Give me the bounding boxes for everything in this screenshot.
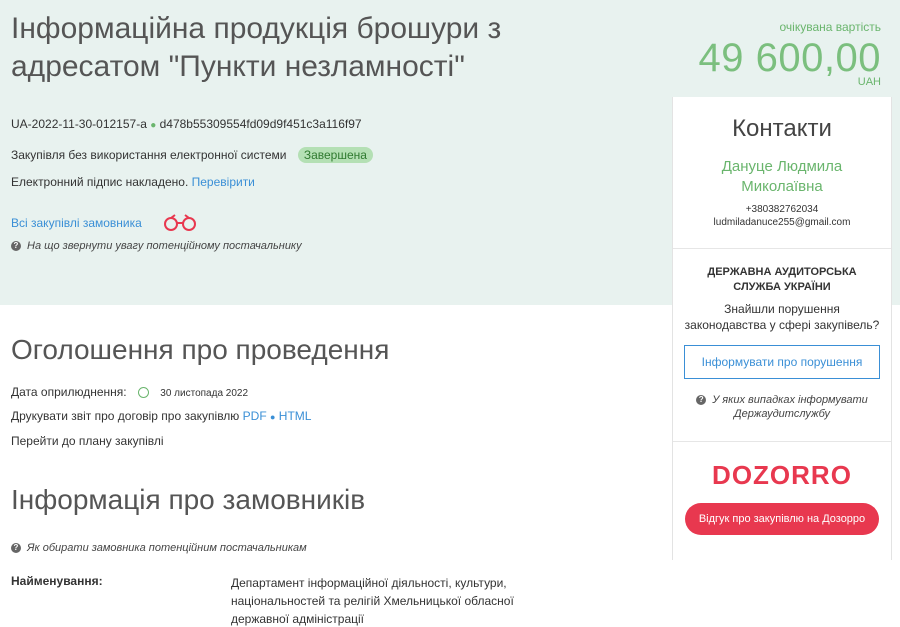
audit-hint-text: У яких випадках інформувати Держаудитслу…: [712, 394, 868, 420]
contact-name: Дануце Людмила Миколаївна: [721, 158, 843, 195]
price-label: очікувана вартість: [779, 20, 882, 34]
contacts-title: Контакти: [732, 115, 832, 142]
announcement-title: Оголошення про проведення: [11, 334, 390, 365]
audit-text: Знайшли порушення законодавства у сфері …: [684, 302, 880, 332]
clock-icon: [137, 387, 149, 399]
bullet-icon: ●: [150, 120, 157, 131]
tender-id: UA-2022-11-30-012157-a: [11, 117, 147, 131]
audit-section: ДЕРЖАВНА АУДИТОРСЬКА СЛУЖБА УКРАЇНИ Знай…: [673, 249, 891, 442]
html-link[interactable]: HTML: [279, 409, 312, 423]
customer-name-value: Департамент інформаційної діяльності, ку…: [231, 576, 514, 626]
report-violation-button[interactable]: Інформувати про порушення: [684, 345, 880, 379]
dozorro-review-button[interactable]: Відгук про закупівлю на Дозорро: [685, 503, 879, 535]
customers-hint-text: Як обирати замовника потенційним постача…: [27, 542, 307, 554]
publication-date: 30 листопада 2022: [160, 388, 249, 399]
tender-hash: d478b55309554fd09d9f451c3a116f97: [159, 117, 362, 131]
question-icon: ?: [11, 543, 21, 554]
question-icon: ?: [696, 395, 707, 406]
currency: UAH: [857, 76, 881, 88]
expected-price: 49 600,00: [698, 36, 881, 80]
customers-title: Інформація про замовників: [11, 484, 366, 515]
print-row: Друкувати звіт про договір про закупівлю…: [11, 409, 311, 423]
dozorro-logo: DOZORRO: [712, 460, 852, 490]
question-icon: ?: [11, 241, 21, 252]
customer-name-label: Найменування:: [11, 574, 103, 588]
bullet-icon: ●: [270, 412, 276, 422]
contacts-section: Контакти Дануце Людмила Миколаївна +3803…: [673, 97, 891, 249]
customers-hint[interactable]: ? Як обирати замовника потенційним постач…: [11, 542, 307, 554]
audit-heading: ДЕРЖАВНА АУДИТОРСЬКА СЛУЖБА УКРАЇНИ: [707, 266, 857, 293]
print-label: Друкувати звіт про договір про закупівлю: [11, 409, 240, 423]
sidebar: Контакти Дануце Людмила Миколаївна +3803…: [672, 97, 892, 560]
procurement-row: Закупівля без використання електронної с…: [11, 147, 373, 163]
tender-id-row: UA-2022-11-30-012157-a ● d478b55309554fd…: [11, 117, 362, 131]
contact-phone: +380382762034: [745, 204, 819, 215]
dozorro-section: DOZORRO Відгук про закупівлю на Дозорро: [673, 442, 891, 535]
supplier-hint[interactable]: ? На що звернути увагу потенційному поста…: [11, 240, 302, 252]
signature-text: Електронний підпис накладено.: [11, 175, 189, 189]
verify-link[interactable]: Перевірити: [192, 175, 255, 189]
date-label: Дата оприлюднення:: [11, 385, 127, 399]
binoculars-icon[interactable]: [163, 213, 197, 231]
procurement-type: Закупівля без використання електронної с…: [11, 148, 287, 162]
contact-email: ludmiladanuce255@gmail.com: [713, 217, 851, 228]
all-purchases-link[interactable]: Всі закупівлі замовника: [11, 216, 142, 230]
status-badge: Завершена: [297, 147, 373, 163]
procurement-plan-link[interactable]: Перейти до плану закупівлі: [11, 434, 164, 448]
audit-hint[interactable]: ? У яких випадках інформувати Держаудитсл…: [673, 393, 891, 435]
supplier-hint-text: На що звернути увагу потенційному постач…: [27, 240, 302, 252]
pdf-link[interactable]: PDF: [243, 409, 267, 423]
signature-row: Електронний підпис накладено. Перевірити: [11, 175, 255, 189]
page-title: Інформаційна продукція брошури з адресат…: [11, 12, 502, 83]
publication-date-row: Дата оприлюднення: 30 листопада 2022: [11, 385, 248, 399]
